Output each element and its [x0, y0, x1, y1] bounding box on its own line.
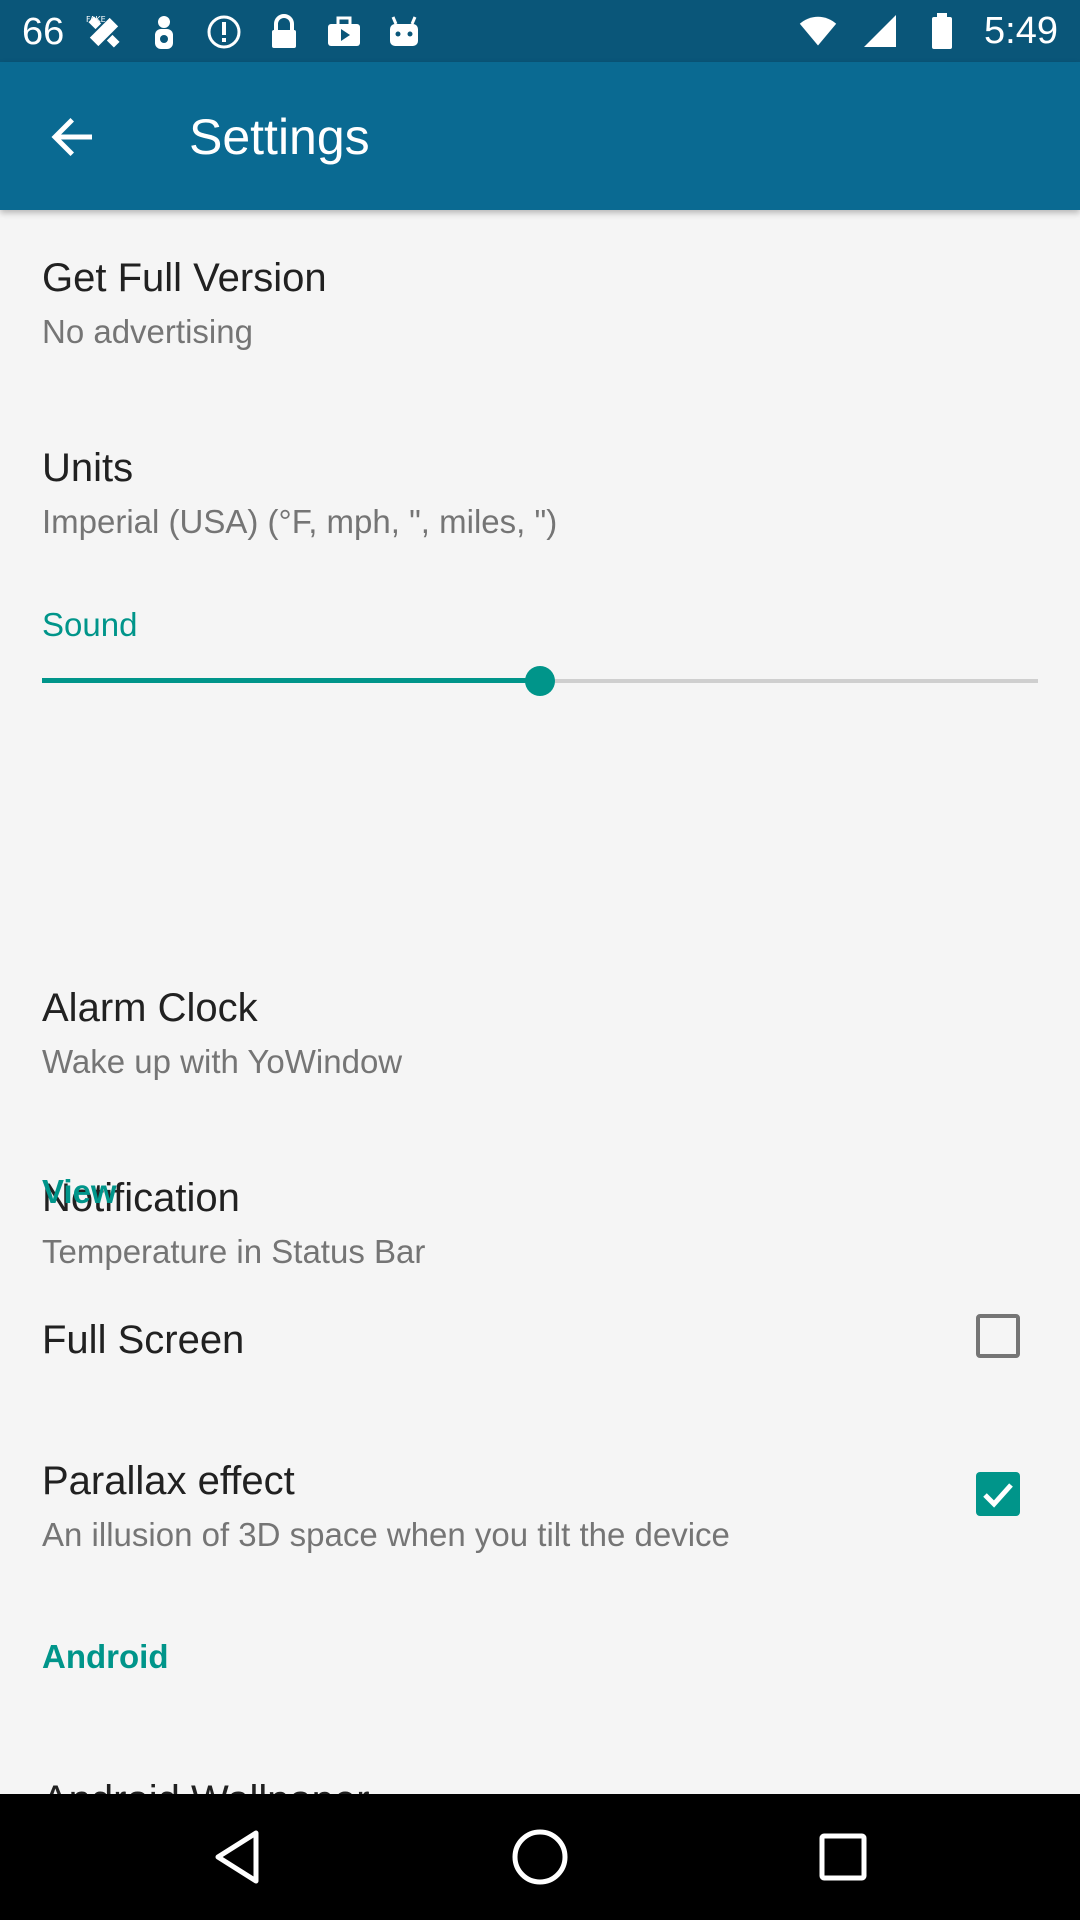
arrow-back-icon — [51, 118, 92, 156]
home-circle-icon — [512, 1829, 568, 1885]
pref-summary: Temperature in Status Bar — [42, 1233, 426, 1270]
pref-summary: Wake up with YoWindow — [42, 1043, 403, 1080]
pref-sound: Sound — [0, 590, 1080, 800]
nav-back-button[interactable] — [197, 1817, 277, 1897]
status-time: 5:49 — [984, 9, 1058, 52]
sound-slider[interactable] — [42, 661, 1038, 701]
pref-title: Android Wallpaper — [42, 1778, 370, 1794]
pref-full-version[interactable]: Get Full Version No advertising — [0, 210, 1080, 400]
pref-summary: No advertising — [42, 313, 253, 350]
nav-home-button[interactable] — [500, 1817, 580, 1897]
back-button[interactable] — [38, 102, 108, 172]
pref-android-wallpaper[interactable]: Android Wallpaper — [0, 1730, 1080, 1794]
status-bar: 66 FAKE 5:49 — [0, 0, 1080, 62]
sound-label: Sound — [42, 606, 138, 643]
pref-title: Alarm Clock — [42, 986, 258, 1030]
checkmark-icon — [983, 1483, 1013, 1508]
nav-recents-button[interactable] — [803, 1817, 883, 1897]
pref-parallax[interactable]: Parallax effect An illusion of 3D space … — [0, 1420, 1080, 1600]
full-screen-checkbox[interactable] — [976, 1314, 1020, 1358]
person-icon — [144, 12, 184, 52]
category-android: Android — [42, 1638, 169, 1675]
parallax-checkbox[interactable] — [976, 1472, 1020, 1516]
navigation-bar — [0, 1794, 1080, 1920]
wifi-icon — [798, 11, 838, 51]
pref-title: Get Full Version — [42, 256, 327, 300]
pref-title: Parallax effect — [42, 1459, 295, 1503]
app-bar: Settings — [0, 62, 1080, 210]
pref-title: Full Screen — [42, 1318, 245, 1362]
battery-icon — [922, 11, 962, 51]
status-right: 5:49 — [798, 6, 1058, 56]
briefcase-icon — [324, 12, 364, 52]
slider-fill — [42, 678, 540, 683]
category-view: View — [42, 1173, 117, 1210]
pref-units[interactable]: Units Imperial (USA) (°F, mph, ", miles,… — [0, 400, 1080, 590]
settings-list[interactable]: Get Full Version No advertising Units Im… — [0, 210, 1080, 1794]
back-triangle-icon — [215, 1830, 259, 1884]
signal-icon — [860, 11, 900, 51]
fake-gps-icon: FAKE — [84, 12, 124, 52]
android-icon — [384, 12, 424, 52]
lock-icon — [264, 12, 304, 52]
pref-alarm-clock[interactable]: Alarm Clock Wake up with YoWindow — [0, 935, 1080, 1125]
pref-summary: Imperial (USA) (°F, mph, ", miles, ") — [42, 503, 558, 540]
svg-text:FAKE: FAKE — [86, 15, 106, 24]
recents-square-icon — [819, 1833, 867, 1881]
pref-summary: An illusion of 3D space when you tilt th… — [42, 1516, 730, 1553]
pref-full-screen[interactable]: Full Screen — [0, 1270, 1080, 1410]
info-icon — [204, 12, 244, 52]
slider-thumb[interactable] — [525, 666, 555, 696]
pref-title: Units — [42, 446, 134, 490]
notification-count: 66 — [22, 11, 65, 53]
page-title: Settings — [189, 109, 370, 165]
status-left-icons: 66 FAKE — [22, 8, 424, 56]
